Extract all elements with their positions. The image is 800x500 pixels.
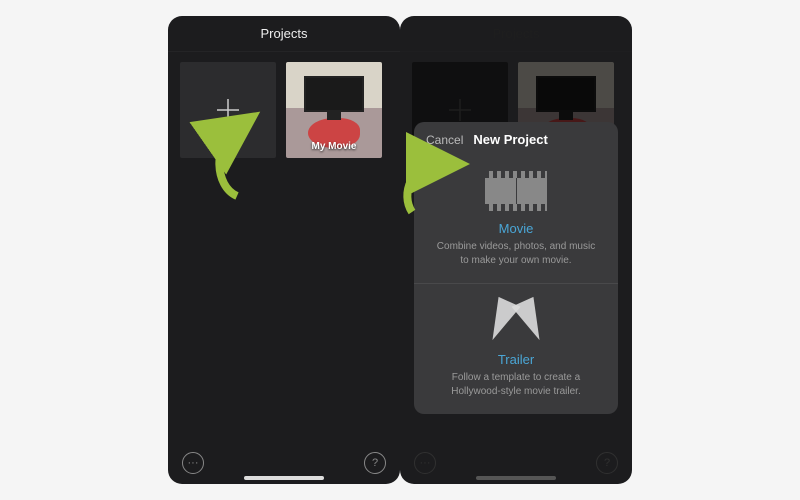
option-title: Movie [432,221,600,236]
option-desc: Combine videos, photos, and music to mak… [432,240,600,267]
page-title: Projects [261,26,308,41]
new-project-modal: Cancel New Project Movie Combine videos,… [414,122,618,414]
new-project-tile[interactable] [180,62,276,158]
plus-icon [212,94,244,126]
phone-left: Projects My Movie ··· ? [168,16,400,484]
filmstrip-icon [485,171,547,211]
spotlights-icon [491,300,541,344]
header: Projects [400,16,632,52]
option-movie[interactable]: Movie Combine videos, photos, and music … [414,153,618,283]
thumbnail-image [304,76,364,112]
help-icon: ? [596,452,618,474]
option-title: Trailer [432,352,600,367]
option-trailer[interactable]: Trailer Follow a template to create a Ho… [414,283,618,414]
home-indicator [244,476,324,480]
modal-title: New Project [473,132,547,147]
header: Projects [168,16,400,52]
content-area: My Movie [168,52,400,454]
cancel-button[interactable]: Cancel [426,133,463,147]
page-title: Projects [493,26,540,41]
phone-right: Projects My Movie ··· [400,16,632,484]
more-icon: ··· [414,452,436,474]
project-tile[interactable]: My Movie [286,62,382,158]
help-icon[interactable]: ? [364,452,386,474]
more-icon[interactable]: ··· [182,452,204,474]
home-indicator [476,476,556,480]
option-desc: Follow a template to create a Hollywood-… [432,371,600,398]
project-title: My Movie [311,141,356,152]
